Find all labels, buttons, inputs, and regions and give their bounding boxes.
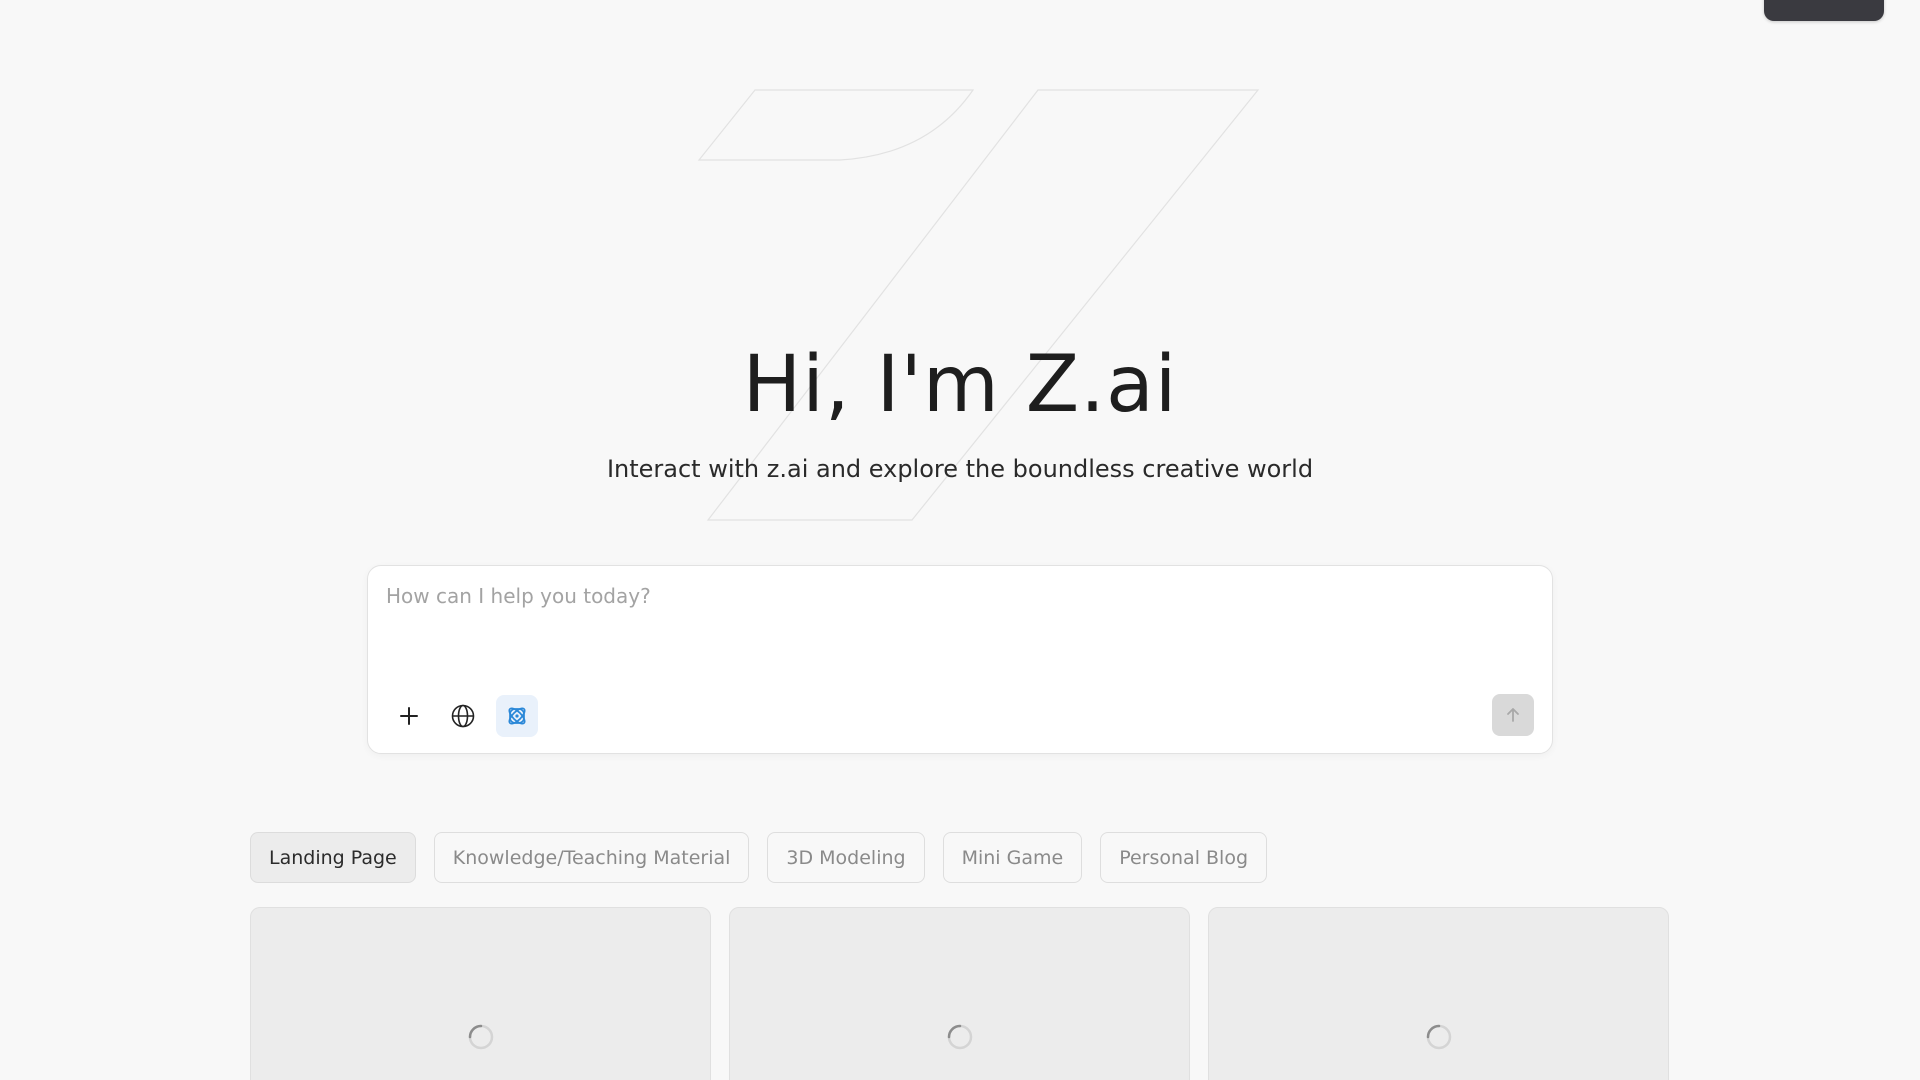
loading-spinner-icon [947,1024,972,1050]
tab-landing-page[interactable]: Landing Page [250,832,416,883]
tab-knowledge-teaching-material[interactable]: Knowledge/Teaching Material [433,832,750,883]
loading-spinner-icon [1426,1024,1451,1050]
atom-icon [508,707,526,725]
arrow-up-icon [1507,708,1519,722]
chat-input[interactable] [386,584,1526,644]
category-tabs: Landing Page Knowledge/Teaching Material… [250,832,1268,883]
example-card[interactable] [250,907,711,1080]
page-subtitle: Interact with z.ai and explore the bound… [606,455,1314,483]
example-cards [250,907,1669,1080]
tab-3d-modeling[interactable]: 3D Modeling [767,832,925,883]
example-card[interactable] [1208,907,1669,1080]
plus-icon [400,707,418,725]
globe-icon [451,704,475,728]
page-title: Hi, I'm Z.ai [742,340,1178,430]
web-search-button[interactable] [442,695,484,737]
attach-button[interactable] [388,695,430,737]
loading-spinner-icon [468,1024,493,1050]
page: Hi, I'm Z.ai Interact with z.ai and expl… [0,0,1920,1080]
example-card[interactable] [729,907,1190,1080]
deep-think-button[interactable] [496,695,538,737]
tab-mini-game[interactable]: Mini Game [942,832,1083,883]
chat-composer [367,565,1553,754]
account-button[interactable] [1764,0,1884,21]
send-button[interactable] [1492,694,1534,736]
tab-personal-blog[interactable]: Personal Blog [1100,832,1268,883]
